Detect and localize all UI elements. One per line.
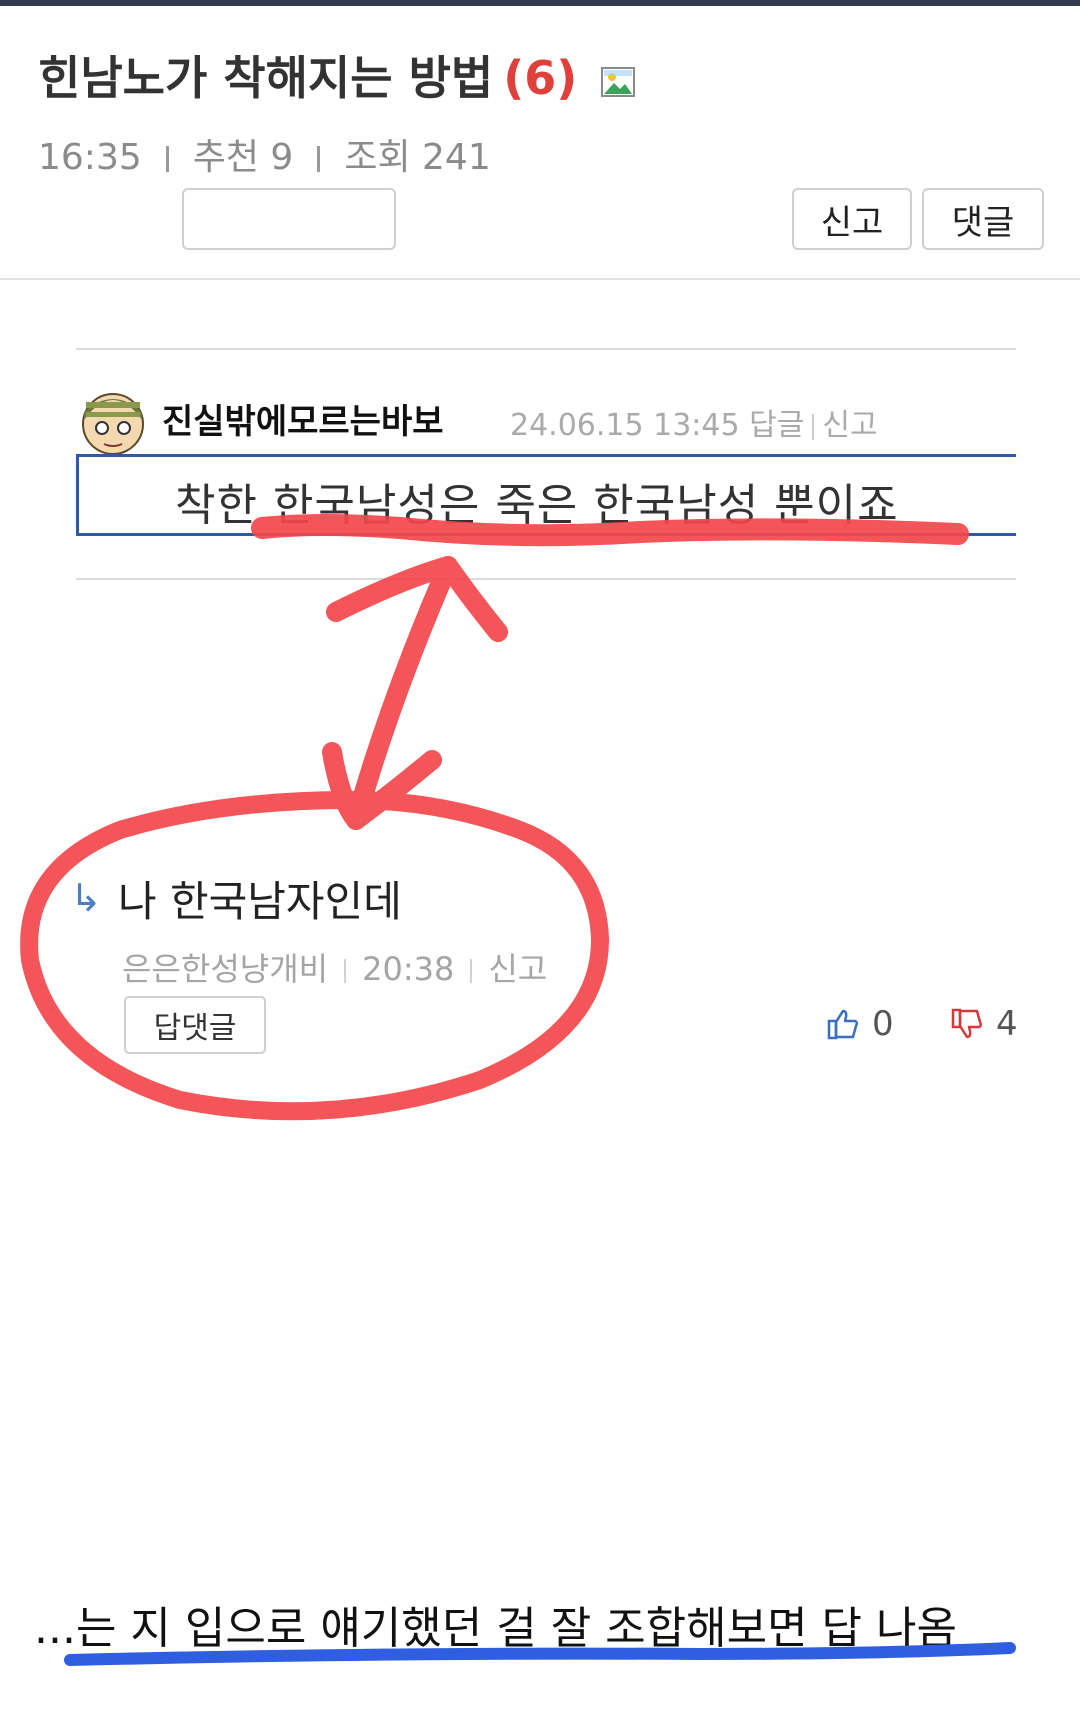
avatar-icon <box>82 393 144 455</box>
post-time: 16:35 <box>38 137 142 178</box>
quoted-datetime: 24.06.15 13:45 <box>510 408 740 443</box>
meta-divider <box>344 959 347 983</box>
quoted-reply-link[interactable]: 답글 <box>749 408 804 443</box>
quoted-meta: 24.06.15 13:45 답글 신고 <box>510 400 878 444</box>
caption-text: ...는 지 입으로 얘기했던 걸 잘 조합해보면 답 나옴 <box>34 1603 957 1654</box>
reply-meta: 은은한성냥개비 20:38 신고 <box>122 944 547 990</box>
thumbs-up-icon <box>827 1009 859 1040</box>
reply-author[interactable]: 은은한성냥개비 <box>122 950 328 988</box>
quoted-comment: 진실밖에모르는바보 24.06.15 13:45 답글 신고 착한 한국남성은 죽… <box>76 348 1016 580</box>
meta-divider <box>470 959 473 983</box>
reply-text: 나 한국남자인데 <box>118 877 402 926</box>
reply-to-comment-button[interactable]: 답댓글 <box>124 996 266 1054</box>
report-button[interactable]: 신고 <box>792 188 912 250</box>
post-header: 힌남노가 착해지는 방법 (6) 16:35 추천 9 조회 241 신고 댓글 <box>0 6 1080 280</box>
quoted-report-link[interactable]: 신고 <box>822 408 877 443</box>
downvote[interactable]: 4 <box>950 1004 1018 1044</box>
meta-divider <box>812 413 815 440</box>
red-arrowhead-bottom <box>322 742 442 830</box>
thumbs-down-icon <box>951 1008 983 1039</box>
red-arrow-shaft <box>346 556 458 830</box>
meta-divider <box>165 146 169 172</box>
reply-report-link[interactable]: 신고 <box>488 950 547 988</box>
quoted-author[interactable]: 진실밖에모르는바보 <box>162 394 444 443</box>
obscured-button[interactable] <box>182 188 396 250</box>
downvote-count: 4 <box>996 1004 1018 1044</box>
post-title: 힌남노가 착해지는 방법 (6) <box>38 42 636 108</box>
upvote[interactable]: 0 <box>826 1004 894 1044</box>
reply-time: 20:38 <box>362 950 455 988</box>
meta-divider <box>317 146 321 172</box>
image-icon <box>601 66 636 97</box>
reply-arrow-icon: ↳ <box>70 876 102 920</box>
comment-button[interactable]: 댓글 <box>922 188 1044 250</box>
post-meta: 16:35 추천 9 조회 241 <box>38 128 491 180</box>
post-title-text: 힌남노가 착해지는 방법 <box>38 51 494 105</box>
upvote-count: 0 <box>872 1004 894 1044</box>
recommend-count: 추천 9 <box>192 137 294 178</box>
quoted-text: 착한 한국남성은 죽은 한국남성 뿐이죠 <box>175 480 899 531</box>
quoted-text-box: 착한 한국남성은 죽은 한국남성 뿐이죠 <box>76 454 1016 536</box>
view-count: 조회 241 <box>344 137 491 178</box>
comment-count[interactable]: (6) <box>503 51 577 105</box>
